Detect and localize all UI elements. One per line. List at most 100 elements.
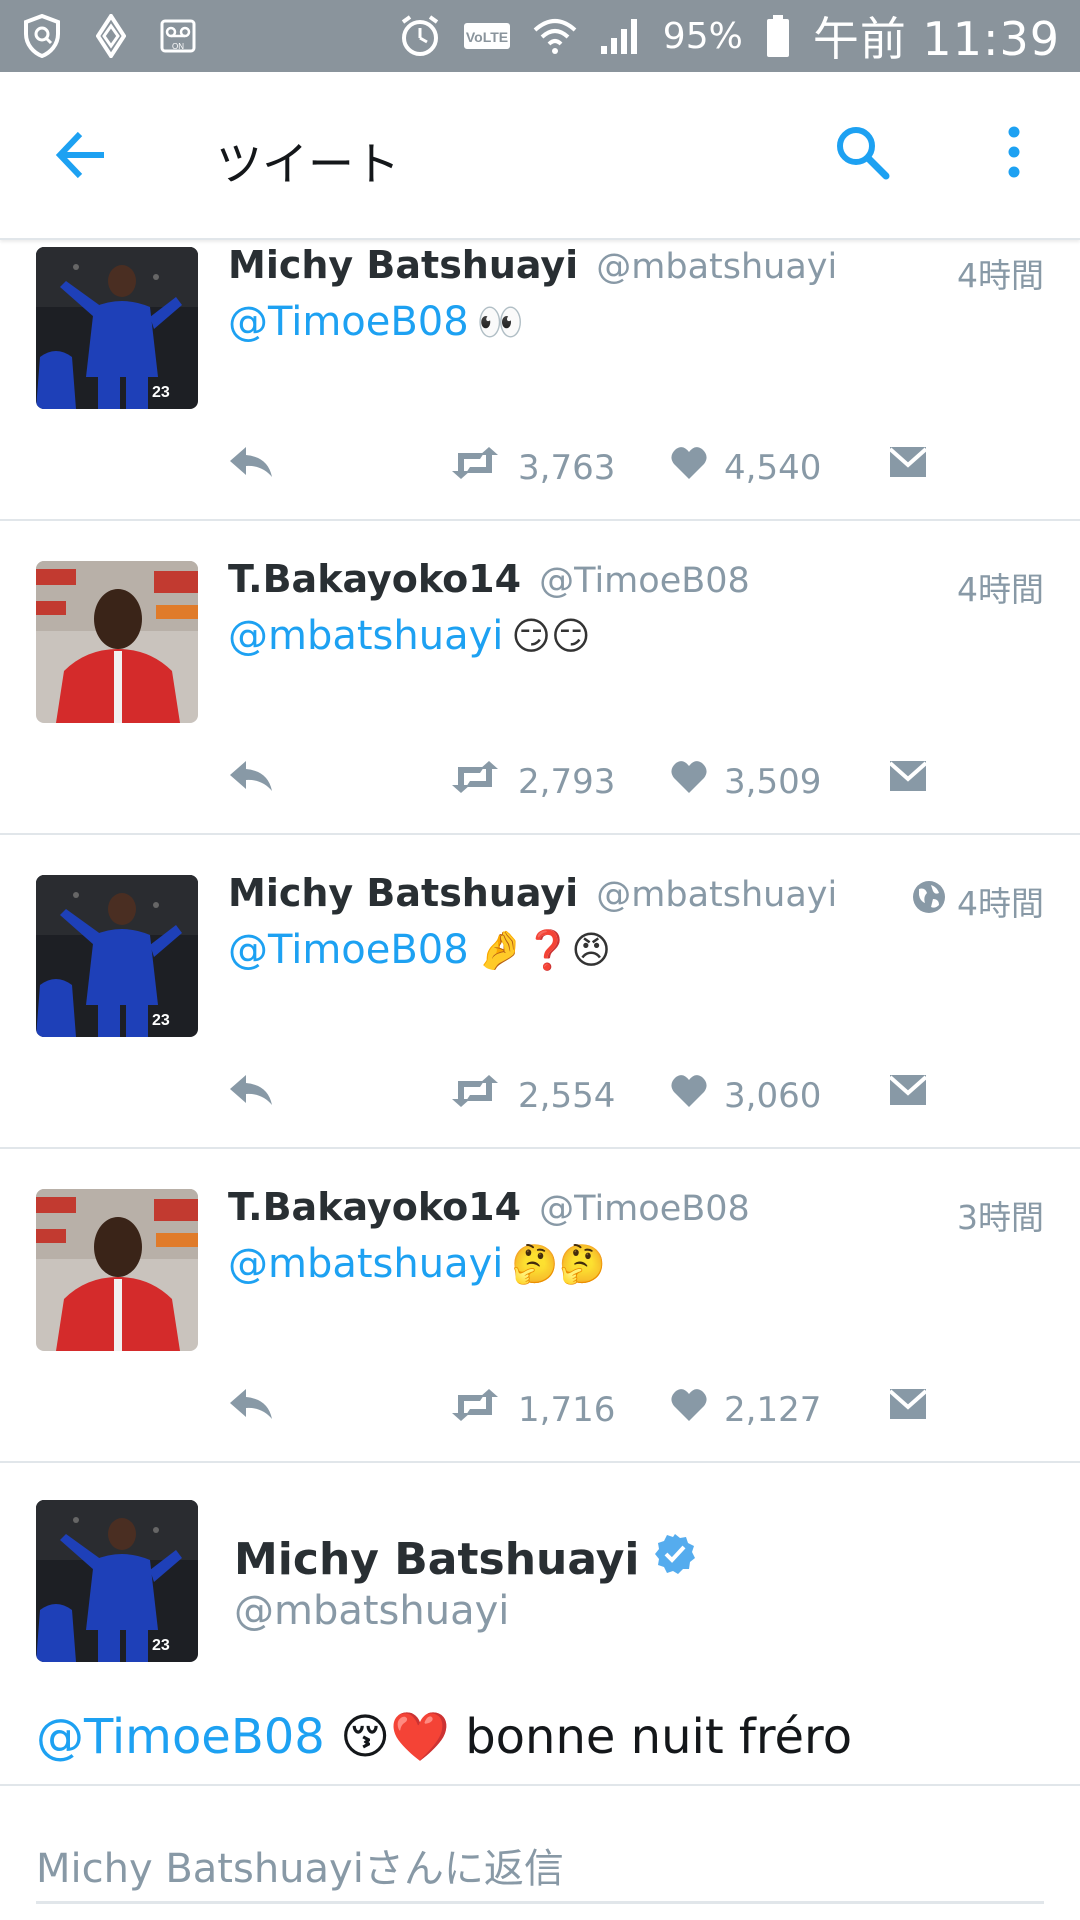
author-name: T.Bakayoko14 <box>228 557 522 601</box>
tweet[interactable]: T.Bakayoko14 @TimoeB08 3時間 @mbatshuayi 🤔🤔… <box>0 1149 1080 1463</box>
author-handle: @mbatshuayi <box>234 1588 510 1634</box>
tweet-emoji: 🤔🤔 <box>511 1242 607 1286</box>
svg-text:23: 23 <box>152 1637 170 1654</box>
tweet-time-text: 4時間 <box>957 884 1044 923</box>
volte-icon: VoLTE <box>463 22 511 50</box>
tweet-text: @mbatshuayi 🤔🤔 <box>228 1241 606 1287</box>
retweet-icon <box>448 445 502 490</box>
avatar[interactable]: 23 <box>36 1500 198 1662</box>
author-handle: @mbatshuayi <box>596 875 838 915</box>
retweet-count: 2,554 <box>518 1075 616 1116</box>
retweet-icon <box>448 759 502 804</box>
tweet-message: bonne nuit fréro <box>465 1709 853 1765</box>
retweet-icon <box>448 1073 502 1118</box>
battery-percent: 95% <box>662 15 743 57</box>
avatar[interactable]: 23 <box>36 247 198 409</box>
reply-icon[interactable] <box>228 1387 274 1423</box>
author-name[interactable]: Michy Batshuayi <box>234 1534 639 1585</box>
author-handle: @TimoeB08 <box>539 561 750 601</box>
avatar[interactable] <box>36 561 198 723</box>
tweet-time: 4時間 <box>957 563 1044 611</box>
like-button[interactable]: 4,540 <box>670 445 821 490</box>
like-count: 3,060 <box>724 1075 822 1116</box>
tweet[interactable]: 23 Michy Batshuayi @mbatshuayi 4時間 @Timo… <box>0 835 1080 1149</box>
like-button[interactable]: 3,509 <box>670 759 821 804</box>
tweet-time-text: 4時間 <box>957 570 1044 609</box>
like-count: 4,540 <box>724 447 822 488</box>
tweet-actions: 3,763 4,540 <box>228 445 988 505</box>
like-count: 2,127 <box>724 1389 822 1430</box>
battery-icon <box>765 14 791 58</box>
tweet-text: @TimoeB08 👀 <box>228 299 524 345</box>
like-count: 3,509 <box>724 761 822 802</box>
search-icon[interactable] <box>834 124 890 184</box>
voicemail-icon: ON <box>160 19 196 53</box>
avatar[interactable] <box>36 1189 198 1351</box>
author-name: Michy Batshuayi <box>228 243 579 287</box>
shield-icon <box>22 14 62 58</box>
tweet-time-text: 3時間 <box>957 1198 1044 1237</box>
author-name-row: Michy Batshuayi <box>234 1532 697 1587</box>
svg-text:23: 23 <box>152 384 170 401</box>
page-title: ツイート <box>216 137 400 191</box>
reply-input[interactable]: Michy Batshuayiさんに返信 <box>36 1808 1044 1904</box>
tweet-actions: 1,716 2,127 <box>228 1387 988 1447</box>
reply-icon[interactable] <box>228 759 274 795</box>
mention-link[interactable]: @mbatshuayi <box>228 1241 503 1287</box>
alarm-icon <box>399 14 441 58</box>
tweet-author-line: T.Bakayoko14 @TimoeB08 <box>228 1185 750 1229</box>
tweet-emoji: 😚❤️ <box>340 1709 450 1765</box>
tweet-text: @mbatshuayi 😏😏 <box>228 613 591 659</box>
reply-icon[interactable] <box>228 445 274 481</box>
tweet-time: 3時間 <box>957 1191 1044 1239</box>
status-bar: ON VoLTE 95% 午前 11:39 <box>0 0 1080 72</box>
heart-icon <box>670 1387 708 1432</box>
retweet-button[interactable]: 3,763 <box>448 445 615 490</box>
author-handle: @TimoeB08 <box>539 1189 750 1229</box>
like-button[interactable]: 3,060 <box>670 1073 821 1118</box>
svg-text:VoLTE: VoLTE <box>466 29 508 45</box>
tweet-author-line: Michy Batshuayi @mbatshuayi <box>228 871 837 915</box>
tweet-time: 4時間 <box>957 249 1044 297</box>
diamond-icon <box>96 14 126 58</box>
mention-link[interactable]: @TimoeB08 <box>228 927 469 973</box>
svg-text:23: 23 <box>152 1012 170 1029</box>
direct-message-icon[interactable] <box>888 1387 928 1421</box>
retweet-button[interactable]: 2,554 <box>448 1073 615 1118</box>
heart-icon <box>670 1073 708 1118</box>
more-options-icon[interactable] <box>1004 126 1024 182</box>
mention-link[interactable]: @mbatshuayi <box>228 613 503 659</box>
globe-icon <box>911 879 947 923</box>
tweet-time-text: 4時間 <box>957 256 1044 295</box>
reply-icon[interactable] <box>228 1073 274 1109</box>
direct-message-icon[interactable] <box>888 759 928 793</box>
tweet[interactable]: T.Bakayoko14 @TimoeB08 4時間 @mbatshuayi 😏😏… <box>0 521 1080 835</box>
retweet-count: 2,793 <box>518 761 616 802</box>
author-handle: @mbatshuayi <box>596 247 838 287</box>
clock: 午前 11:39 <box>812 12 1060 66</box>
wifi-icon <box>533 16 577 56</box>
mention-link[interactable]: @TimoeB08 <box>36 1709 325 1765</box>
tweet-text: @TimoeB08 🤌❓😠 <box>228 927 611 973</box>
tweet-text: @TimoeB08 😚❤️ bonne nuit fréro <box>36 1708 852 1765</box>
tweet-author-line: T.Bakayoko14 @TimoeB08 <box>228 557 750 601</box>
focused-tweet: 23 Michy Batshuayi @mbatshuayi @TimoeB08… <box>0 1462 1080 1786</box>
retweet-icon <box>448 1387 502 1432</box>
retweet-count: 3,763 <box>518 447 616 488</box>
direct-message-icon[interactable] <box>888 1073 928 1107</box>
retweet-button[interactable]: 2,793 <box>448 759 615 804</box>
tweet[interactable]: 23 Michy Batshuayi @mbatshuayi 4時間 @Timo… <box>0 207 1080 521</box>
svg-text:ON: ON <box>172 42 184 51</box>
direct-message-icon[interactable] <box>888 445 928 479</box>
tweet-author-line: Michy Batshuayi @mbatshuayi <box>228 243 837 287</box>
tweet-emoji: 😏😏 <box>511 614 591 658</box>
mention-link[interactable]: @TimoeB08 <box>228 299 469 345</box>
heart-icon <box>670 759 708 804</box>
tweet-actions: 2,554 3,060 <box>228 1073 988 1133</box>
retweet-button[interactable]: 1,716 <box>448 1387 615 1432</box>
tweet-actions: 2,793 3,509 <box>228 759 988 819</box>
like-button[interactable]: 2,127 <box>670 1387 821 1432</box>
avatar[interactable]: 23 <box>36 875 198 1037</box>
heart-icon <box>670 445 708 490</box>
back-arrow-icon[interactable] <box>54 130 108 184</box>
